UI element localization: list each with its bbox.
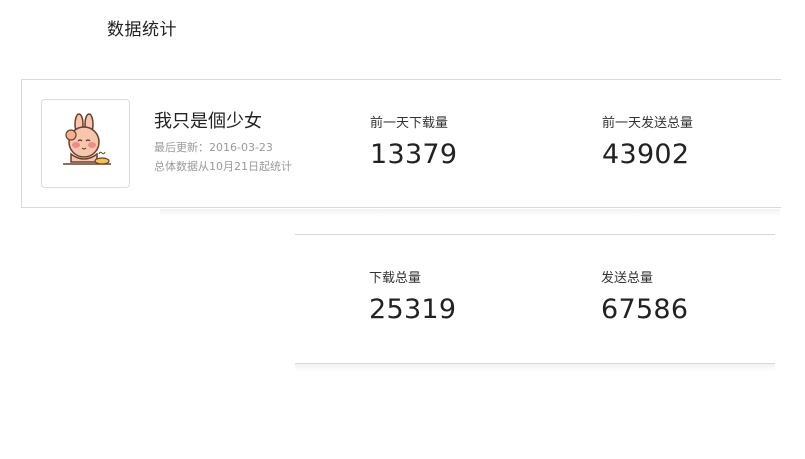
last-update-text: 最后更新：2016-03-23 <box>154 141 273 154</box>
stat-sends-total: 发送总量 67586 <box>601 270 688 326</box>
stat-sends-yesterday: 前一天发送总量 43902 <box>602 115 693 171</box>
page-title: 数据统计 <box>107 20 177 40</box>
card-shadow <box>295 364 775 372</box>
stat-value: 43902 <box>602 139 690 170</box>
stat-label: 前一天发送总量 <box>602 116 694 131</box>
stats-note-text: 总体数据从10月21日起统计 <box>154 160 292 173</box>
stat-label: 发送总量 <box>601 271 654 286</box>
stat-downloads-total: 下载总量 25319 <box>369 270 456 326</box>
stat-label: 前一天下载量 <box>370 116 449 131</box>
stat-value: 13379 <box>370 139 458 170</box>
bunny-sticker-icon <box>63 113 111 165</box>
stat-downloads-yesterday: 前一天下载量 13379 <box>370 115 457 171</box>
profile-name: 我只是個少女 <box>154 111 262 132</box>
avatar[interactable] <box>41 99 130 188</box>
totals-card: 下载总量 25319 发送总量 67586 <box>295 234 775 364</box>
profile-info: 我只是個少女 最后更新：2016-03-23 总体数据从10月21日起统计 <box>154 110 292 176</box>
stat-value: 67586 <box>601 294 689 325</box>
stat-label: 下载总量 <box>369 271 422 286</box>
card-shadow <box>160 209 780 217</box>
stat-value: 25319 <box>369 294 457 325</box>
summary-card: 我只是個少女 最后更新：2016-03-23 总体数据从10月21日起统计 前一… <box>21 79 781 208</box>
